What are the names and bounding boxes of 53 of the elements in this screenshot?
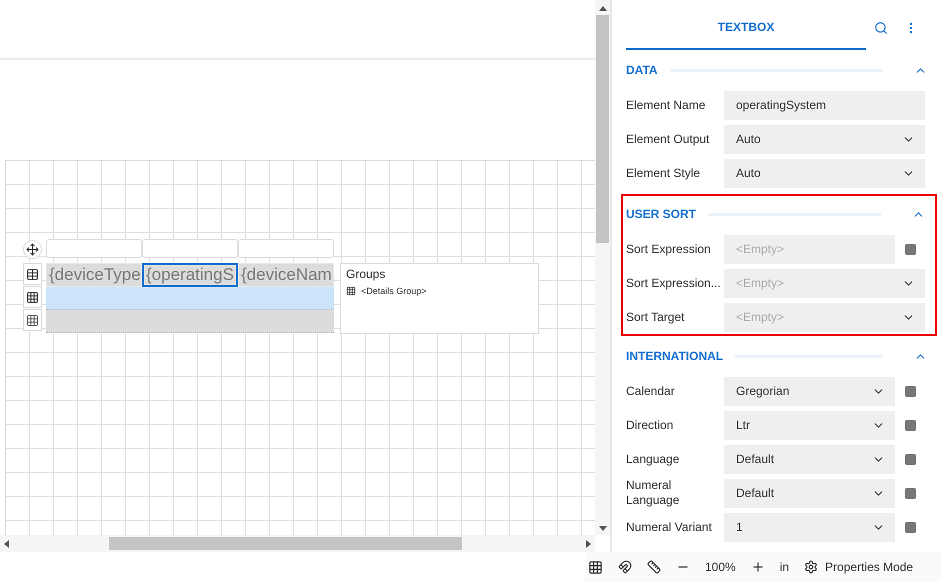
horizontal-scrollbar[interactable]	[0, 535, 595, 552]
property-label: Direction	[626, 418, 674, 432]
grid-icon	[26, 290, 39, 304]
expression-button[interactable]	[905, 244, 916, 254]
zoom-in-icon[interactable]	[750, 560, 765, 574]
select-field[interactable]: Gregorian	[724, 376, 895, 406]
row-handle[interactable]	[23, 263, 42, 285]
table-icon	[26, 268, 39, 280]
column-handle[interactable]	[142, 239, 238, 258]
property-label: Element Output	[626, 132, 710, 146]
select-field[interactable]: Default	[724, 478, 895, 508]
column-handle[interactable]	[238, 239, 334, 258]
property-label: Numeral Variant	[626, 520, 713, 534]
row-handle[interactable]	[23, 309, 42, 331]
input-field[interactable]: operatingSystem	[724, 90, 925, 120]
select-field[interactable]: 1	[724, 512, 895, 542]
magnet-icon[interactable]	[618, 560, 632, 574]
property-label: Element Style	[626, 166, 702, 180]
property-label: Sort Expression	[626, 242, 712, 256]
grid-icon	[26, 314, 39, 326]
move-handle[interactable]	[23, 240, 42, 259]
unit-button[interactable]: in	[780, 560, 790, 574]
property-label: Element Name	[626, 98, 706, 112]
ruler-icon[interactable]	[647, 560, 661, 574]
settings-icon[interactable]	[804, 560, 818, 574]
property-label: Sort Target	[626, 310, 686, 324]
expression-button[interactable]	[905, 454, 916, 464]
select-field[interactable]: Default	[724, 444, 895, 474]
search-icon[interactable]	[874, 21, 888, 35]
section-title: USER SORT	[626, 207, 696, 221]
vertical-scrollbar[interactable]	[595, 0, 610, 535]
group-item[interactable]: <Details Group>	[361, 286, 427, 296]
expression-button[interactable]	[905, 386, 916, 396]
expression-button[interactable]	[905, 488, 916, 498]
groups-title: Groups	[346, 267, 386, 281]
row-handle[interactable]	[23, 286, 42, 308]
select-field[interactable]: Auto	[724, 158, 925, 188]
textbox-tab[interactable]: TEXTBOX	[626, 6, 866, 50]
properties-mode-button[interactable]: Properties Mode	[825, 560, 914, 574]
property-label: Sort Expression...	[626, 276, 722, 290]
section-title: DATA	[626, 63, 658, 77]
expression-button[interactable]	[905, 420, 916, 430]
property-label: Language	[626, 452, 680, 466]
select-field[interactable]: Auto	[724, 124, 925, 154]
section-title: INTERNATIONAL	[626, 349, 724, 363]
grid-icon	[346, 286, 356, 296]
expression-button[interactable]	[905, 522, 916, 532]
property-label: Numeral Language	[626, 478, 680, 508]
grid-icon[interactable]	[588, 560, 603, 574]
property-label: Calendar	[626, 384, 676, 398]
select-field[interactable]: Ltr	[724, 410, 895, 440]
zoom-level: 100%	[705, 560, 736, 574]
column-handle[interactable]	[46, 239, 142, 258]
